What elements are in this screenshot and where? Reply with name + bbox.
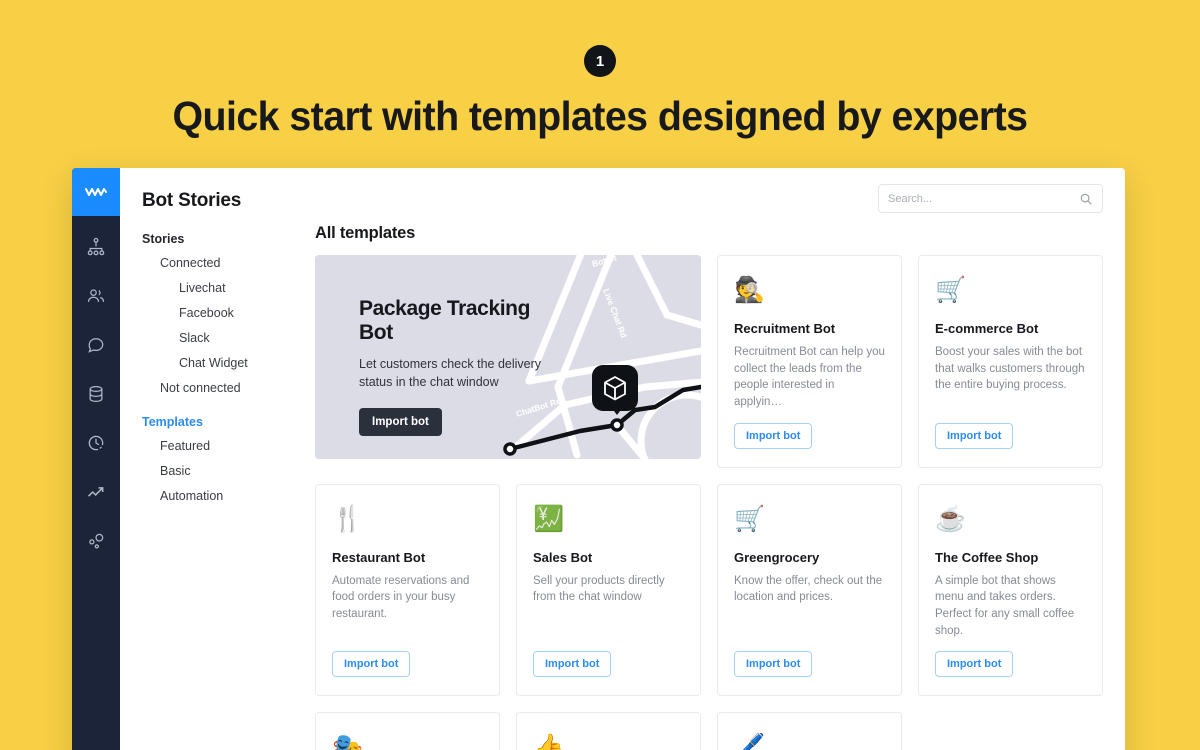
pen-icon: 🖊️: [734, 733, 766, 750]
template-title: Recruitment Bot: [734, 321, 836, 336]
nodes-icon: [89, 533, 104, 549]
template-title: E-commerce Bot: [935, 321, 1039, 336]
sidebar-item-basic[interactable]: Basic: [142, 464, 315, 478]
nav-group-title-stories: Stories: [142, 232, 185, 246]
template-card[interactable]: 🛒 E-commerce Bot Boost your sales with t…: [918, 255, 1103, 468]
coffee-cup-icon: ☕: [935, 504, 967, 533]
template-description: Know the offer, check out the location a…: [734, 574, 883, 604]
template-description: Sell your products directly from the cha…: [533, 574, 665, 604]
sidebar-item-automation[interactable]: Automation: [142, 489, 315, 503]
sitemap-icon: [87, 237, 105, 256]
hero-title: Package Tracking Bot: [359, 297, 531, 344]
template-description: Automate reservations and food orders in…: [332, 574, 470, 621]
step-number-badge: 1: [584, 45, 616, 77]
sidebar-item-nodes[interactable]: [72, 523, 120, 559]
brand-title: Bot Stories: [142, 190, 242, 211]
template-description: A simple bot that shows menu and takes o…: [935, 574, 1075, 637]
icon-rail: [72, 168, 120, 750]
page-title: Quick start with templates designed by e…: [172, 93, 1029, 139]
template-description: Recruitment Bot can help you collect the…: [734, 346, 885, 409]
sidebar-item-history[interactable]: [72, 425, 120, 461]
database-icon: [89, 386, 103, 402]
search-wrap: [878, 184, 1103, 213]
import-bot-button[interactable]: Import bot: [935, 651, 1014, 678]
app-window: Bot Stories Stories Connected Livechat F…: [72, 168, 1125, 750]
template-card[interactable]: 👍: [516, 712, 701, 750]
sidebar-item-facebook[interactable]: Facebook: [142, 306, 315, 320]
template-card[interactable]: 🕵️ Recruitment Bot Recruitment Bot can h…: [717, 255, 902, 468]
sidebar-item-chat-widget[interactable]: Chat Widget: [142, 356, 315, 370]
page-banner: 1 Quick start with templates designed by…: [0, 0, 1200, 140]
template-title: Sales Bot: [533, 549, 593, 565]
sidebar-item-featured[interactable]: Featured: [142, 439, 315, 453]
template-title: Greengrocery: [734, 549, 820, 565]
import-bot-button[interactable]: Import bot: [332, 651, 411, 678]
grocery-cart-icon: 🛒: [734, 504, 766, 533]
sidebar-item-sitemap[interactable]: [72, 229, 120, 265]
search-box[interactable]: [878, 184, 1103, 213]
template-card[interactable]: ☕ The Coffee Shop A simple bot that show…: [918, 483, 1103, 697]
nav-group-title-templates[interactable]: Templates: [142, 415, 315, 429]
map-marker: [592, 365, 638, 415]
sidebar-item-slack[interactable]: Slack: [142, 331, 315, 345]
app-logo[interactable]: [72, 168, 120, 216]
main-content: All templates: [315, 168, 1125, 750]
sidebar-item-not-connected[interactable]: Not connected: [142, 381, 315, 395]
import-bot-button[interactable]: Import bot: [533, 651, 612, 678]
sidebar-item-connected[interactable]: Connected: [142, 256, 315, 270]
template-title: Restaurant Bot: [332, 549, 426, 565]
search-icon[interactable]: [1079, 192, 1093, 206]
shopping-cart-globe-icon: 🛒: [935, 276, 967, 304]
hero-import-bot-button[interactable]: Import bot: [359, 407, 442, 436]
template-title: The Coffee Shop: [935, 549, 1039, 565]
sidebar-item-chats[interactable]: [72, 327, 120, 363]
wave-logo-icon: [85, 188, 107, 196]
fork-and-knife-icon: 🍴: [332, 504, 364, 533]
nav-column: Bot Stories Stories Connected Livechat F…: [120, 168, 315, 750]
thumbs-up-down-icon: 👍: [533, 733, 565, 750]
nav-group-stories: Stories Connected Livechat Facebook Slac…: [142, 232, 315, 395]
nav-group-templates: Templates Featured Basic Automation: [142, 415, 315, 503]
history-clock-icon: [88, 435, 104, 451]
sidebar-item-analytics[interactable]: [72, 474, 120, 510]
search-input[interactable]: [888, 192, 1079, 205]
template-card[interactable]: 💹 Sales Bot Sell your products directly …: [516, 483, 701, 697]
import-bot-button[interactable]: Import bot: [734, 422, 813, 449]
hero-text: Package Tracking Bot Let customers check…: [359, 297, 569, 436]
hero-description: Let customers check the delivery status …: [359, 357, 542, 389]
template-card[interactable]: 🖊️: [717, 712, 902, 750]
import-bot-button[interactable]: Import bot: [935, 422, 1014, 449]
sidebar-item-livechat[interactable]: Livechat: [142, 281, 315, 295]
template-description: Boost your sales with the bot that walks…: [935, 346, 1085, 392]
users-icon: [87, 289, 105, 302]
hero-card-package-tracking[interactable]: Bot St Live Chat Rd ChatBot Rd Package T…: [315, 255, 701, 459]
chat-bubble-icon: [88, 338, 104, 353]
theatre-masks-icon: 🎭: [332, 733, 364, 750]
template-card[interactable]: 🛒 Greengrocery Know the offer, check out…: [717, 483, 902, 697]
template-card[interactable]: 🍴 Restaurant Bot Automate reservations a…: [315, 483, 500, 697]
templates-grid: Bot St Live Chat Rd ChatBot Rd Package T…: [315, 255, 1105, 750]
magnifying-glass-person-icon: 🕵️: [734, 276, 766, 304]
template-card[interactable]: 🎭: [315, 712, 500, 750]
money-chart-up-icon: 💹: [533, 504, 565, 533]
trending-up-icon: [87, 487, 104, 497]
sidebar-item-users[interactable]: [72, 278, 120, 314]
import-bot-button[interactable]: Import bot: [734, 651, 813, 678]
sidebar-item-database[interactable]: [72, 376, 120, 412]
